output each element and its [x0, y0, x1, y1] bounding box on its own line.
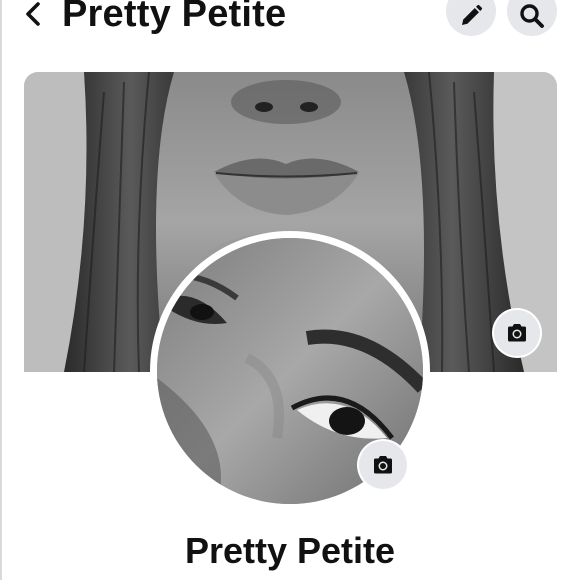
pencil-icon — [462, 4, 483, 25]
change-profile-photo-button[interactable] — [359, 441, 407, 489]
search-icon — [520, 4, 544, 28]
edit-profile-button[interactable] — [446, 0, 496, 36]
chevron-left-icon — [26, 2, 40, 26]
camera-icon — [508, 324, 526, 342]
page-title: Pretty Petite — [62, 0, 287, 35]
profile-name: Pretty Petite — [184, 530, 396, 571]
change-cover-photo-button[interactable] — [494, 310, 540, 356]
search-button[interactable] — [507, 0, 557, 36]
back-button[interactable] — [18, 0, 48, 32]
profile-screen: Pretty Petite Pretty Petite — [0, 0, 580, 580]
window-edge — [0, 0, 2, 580]
camera-icon — [374, 456, 392, 474]
header-bar: Pretty Petite — [0, 0, 580, 40]
